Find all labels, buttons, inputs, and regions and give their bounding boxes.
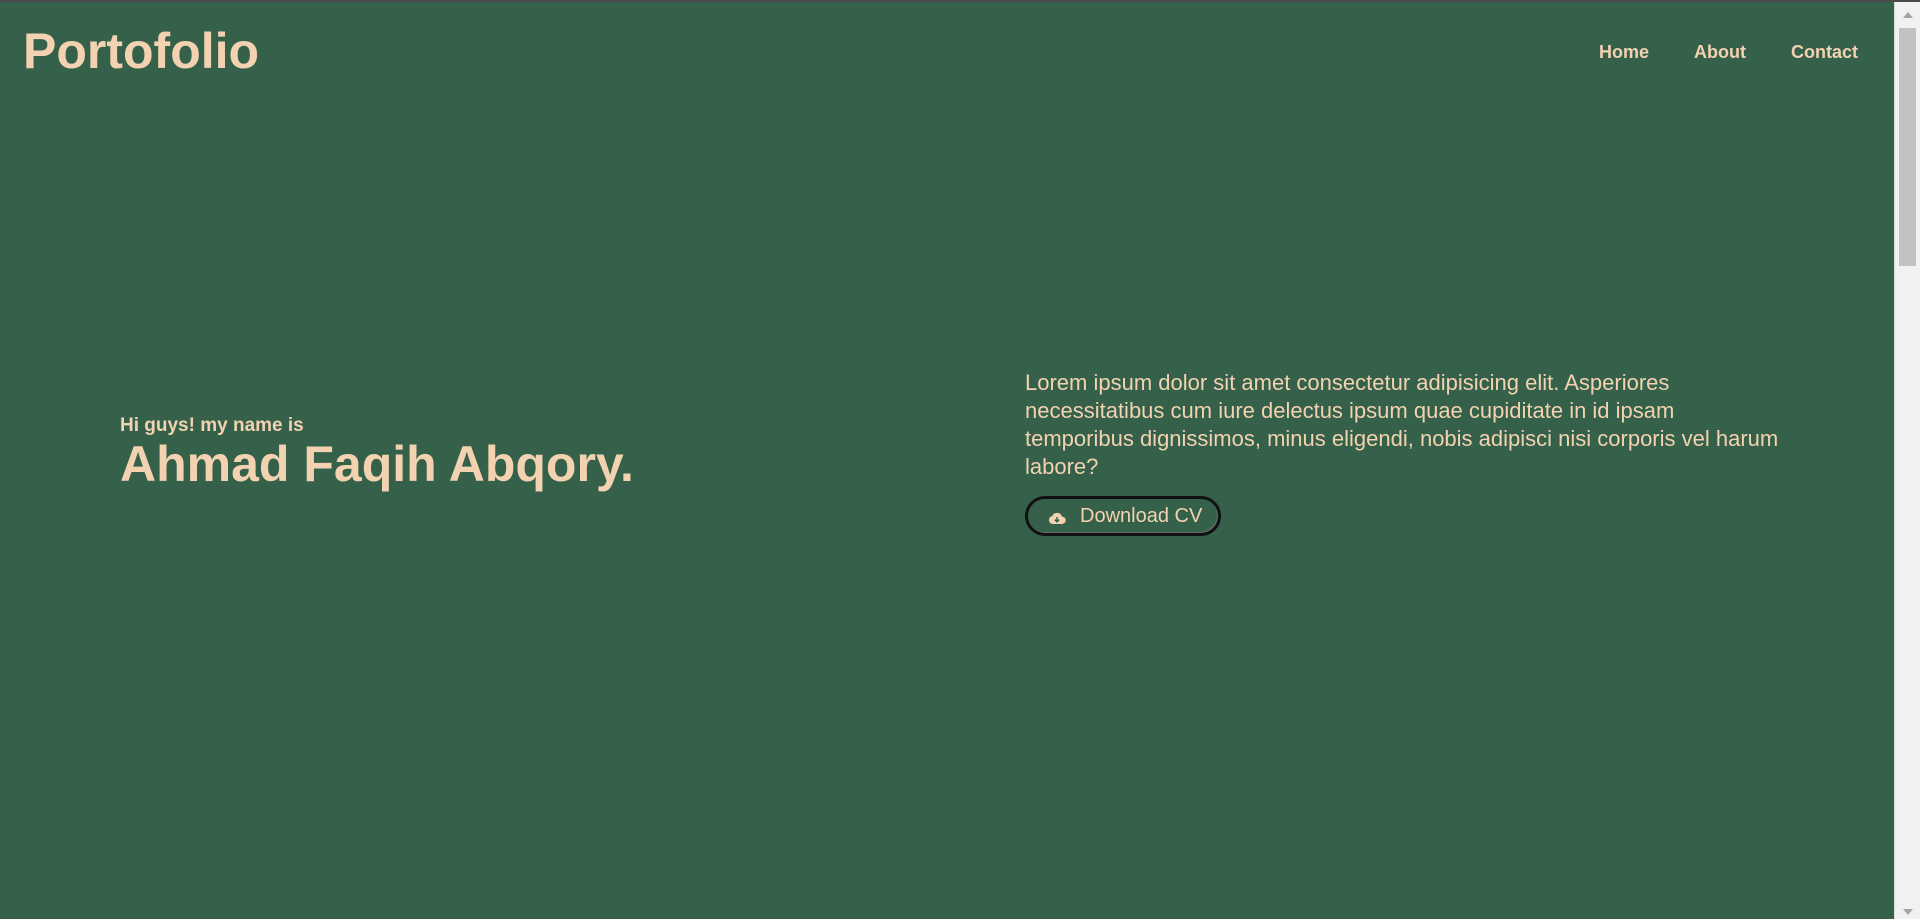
- vertical-scrollbar[interactable]: [1894, 2, 1920, 919]
- brand-logo[interactable]: Portofolio: [23, 24, 259, 79]
- page: Portofolio Home About Contact Hi guys! m…: [0, 0, 1920, 919]
- download-cv-label: Download CV: [1080, 504, 1203, 527]
- hero-intro: Hi guys! my name is Ahmad Faqih Abqory.: [120, 415, 634, 492]
- nav-home-link[interactable]: Home: [1599, 42, 1649, 63]
- nav-contact-link[interactable]: Contact: [1791, 42, 1858, 63]
- viewport: Portofolio Home About Contact Hi guys! m…: [0, 2, 1894, 919]
- hero-greeting: Hi guys! my name is: [120, 415, 304, 436]
- main-nav: Home About Contact: [1599, 42, 1858, 63]
- download-cv-button[interactable]: Download CV: [1025, 496, 1222, 536]
- hero-bio: Lorem ipsum dolor sit amet consectetur a…: [1025, 370, 1779, 479]
- hero-about: Lorem ipsum dolor sit amet consectetur a…: [1025, 369, 1785, 536]
- cloud-download-icon: [1048, 509, 1066, 524]
- scroll-up-arrow-icon[interactable]: [1903, 12, 1913, 18]
- scroll-down-arrow-icon[interactable]: [1903, 909, 1913, 915]
- hero-name: Ahmad Faqih Abqory.: [120, 436, 634, 492]
- nav-about-link[interactable]: About: [1694, 42, 1746, 63]
- scrollbar-thumb[interactable]: [1899, 28, 1916, 266]
